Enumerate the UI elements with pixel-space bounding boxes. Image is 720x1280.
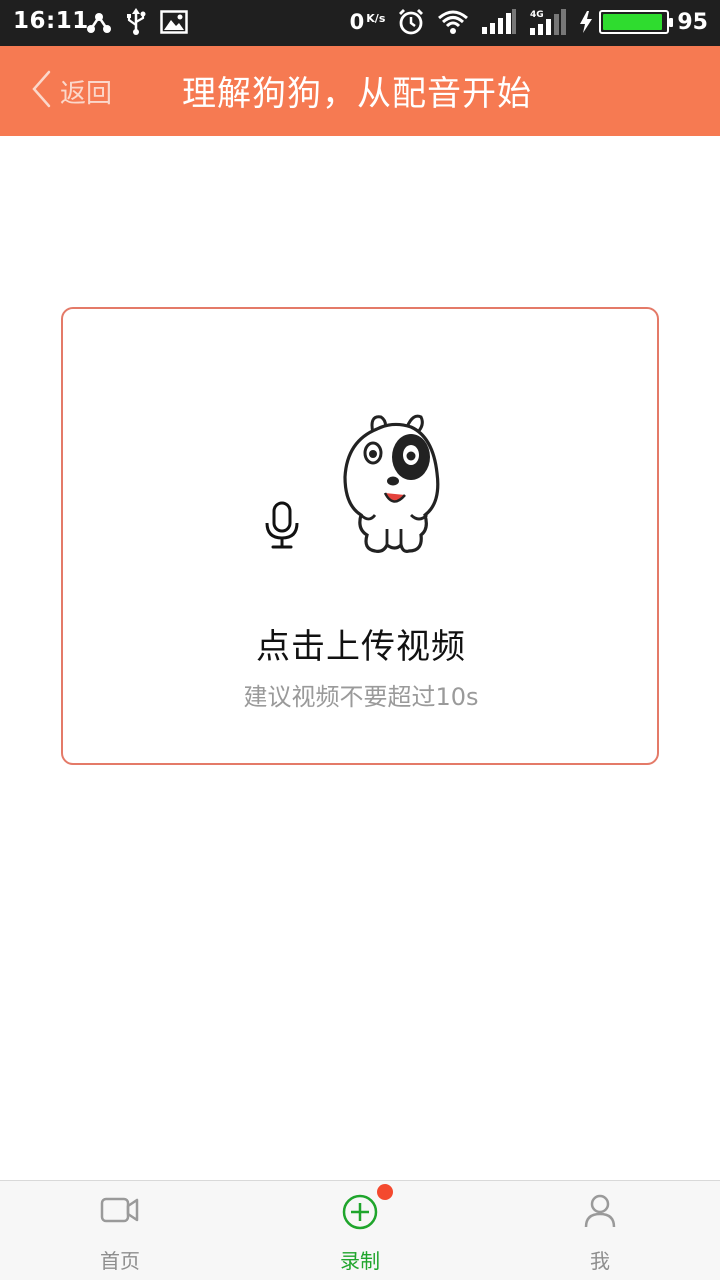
net-speed-value: 0 — [349, 10, 365, 34]
alarm-icon — [397, 8, 425, 36]
bottom-nav: 首页 录制 我 — [0, 1180, 720, 1280]
nav-item-home[interactable]: 首页 — [0, 1181, 240, 1280]
signal-icon — [481, 9, 517, 35]
image-icon — [160, 10, 188, 38]
usb-icon — [125, 8, 147, 40]
upload-video-card[interactable]: 点击上传视频 建议视频不要超过10s — [61, 307, 659, 765]
back-label: 返回 — [60, 78, 113, 109]
charging-icon — [579, 11, 593, 33]
notification-badge — [377, 1184, 393, 1200]
nav-item-record[interactable]: 录制 — [240, 1181, 480, 1280]
video-camera-icon — [100, 1193, 140, 1231]
battery-icon — [599, 10, 674, 34]
status-time: 16:11 — [13, 8, 89, 34]
net-speed-unit: K/s — [366, 12, 386, 25]
status-bar: 16:11 0 K/s 4G 95 — [0, 0, 720, 46]
upload-hint: 建议视频不要超过10s — [243, 683, 479, 711]
dog-mascot-icon — [341, 411, 445, 561]
nav-label-home: 首页 — [100, 1249, 140, 1273]
network-type-label: 4G — [530, 10, 544, 20]
battery-fill — [603, 14, 663, 30]
signal-4g-icon: 4G — [529, 8, 567, 36]
plus-circle-icon — [341, 1193, 379, 1235]
nav-label-me: 我 — [590, 1249, 610, 1273]
net-speed: 0 K/s — [350, 10, 386, 34]
wifi-icon — [437, 9, 469, 35]
back-button[interactable]: 返回 — [30, 70, 112, 112]
app-header: 返回 理解狗狗，从配音开始 — [0, 46, 720, 136]
page-title: 理解狗狗，从配音开始 — [182, 74, 532, 114]
nav-label-record: 录制 — [340, 1249, 380, 1273]
chevron-left-icon — [30, 69, 52, 113]
upload-title: 点击上传视频 — [256, 627, 466, 667]
nav-item-me[interactable]: 我 — [480, 1181, 720, 1280]
share-icon — [86, 9, 112, 39]
battery-level: 95 — [677, 9, 708, 35]
status-left-icons — [86, 8, 201, 40]
microphone-icon — [262, 501, 302, 555]
user-icon — [583, 1193, 617, 1233]
status-right: 0 K/s 4G 95 — [350, 6, 708, 38]
